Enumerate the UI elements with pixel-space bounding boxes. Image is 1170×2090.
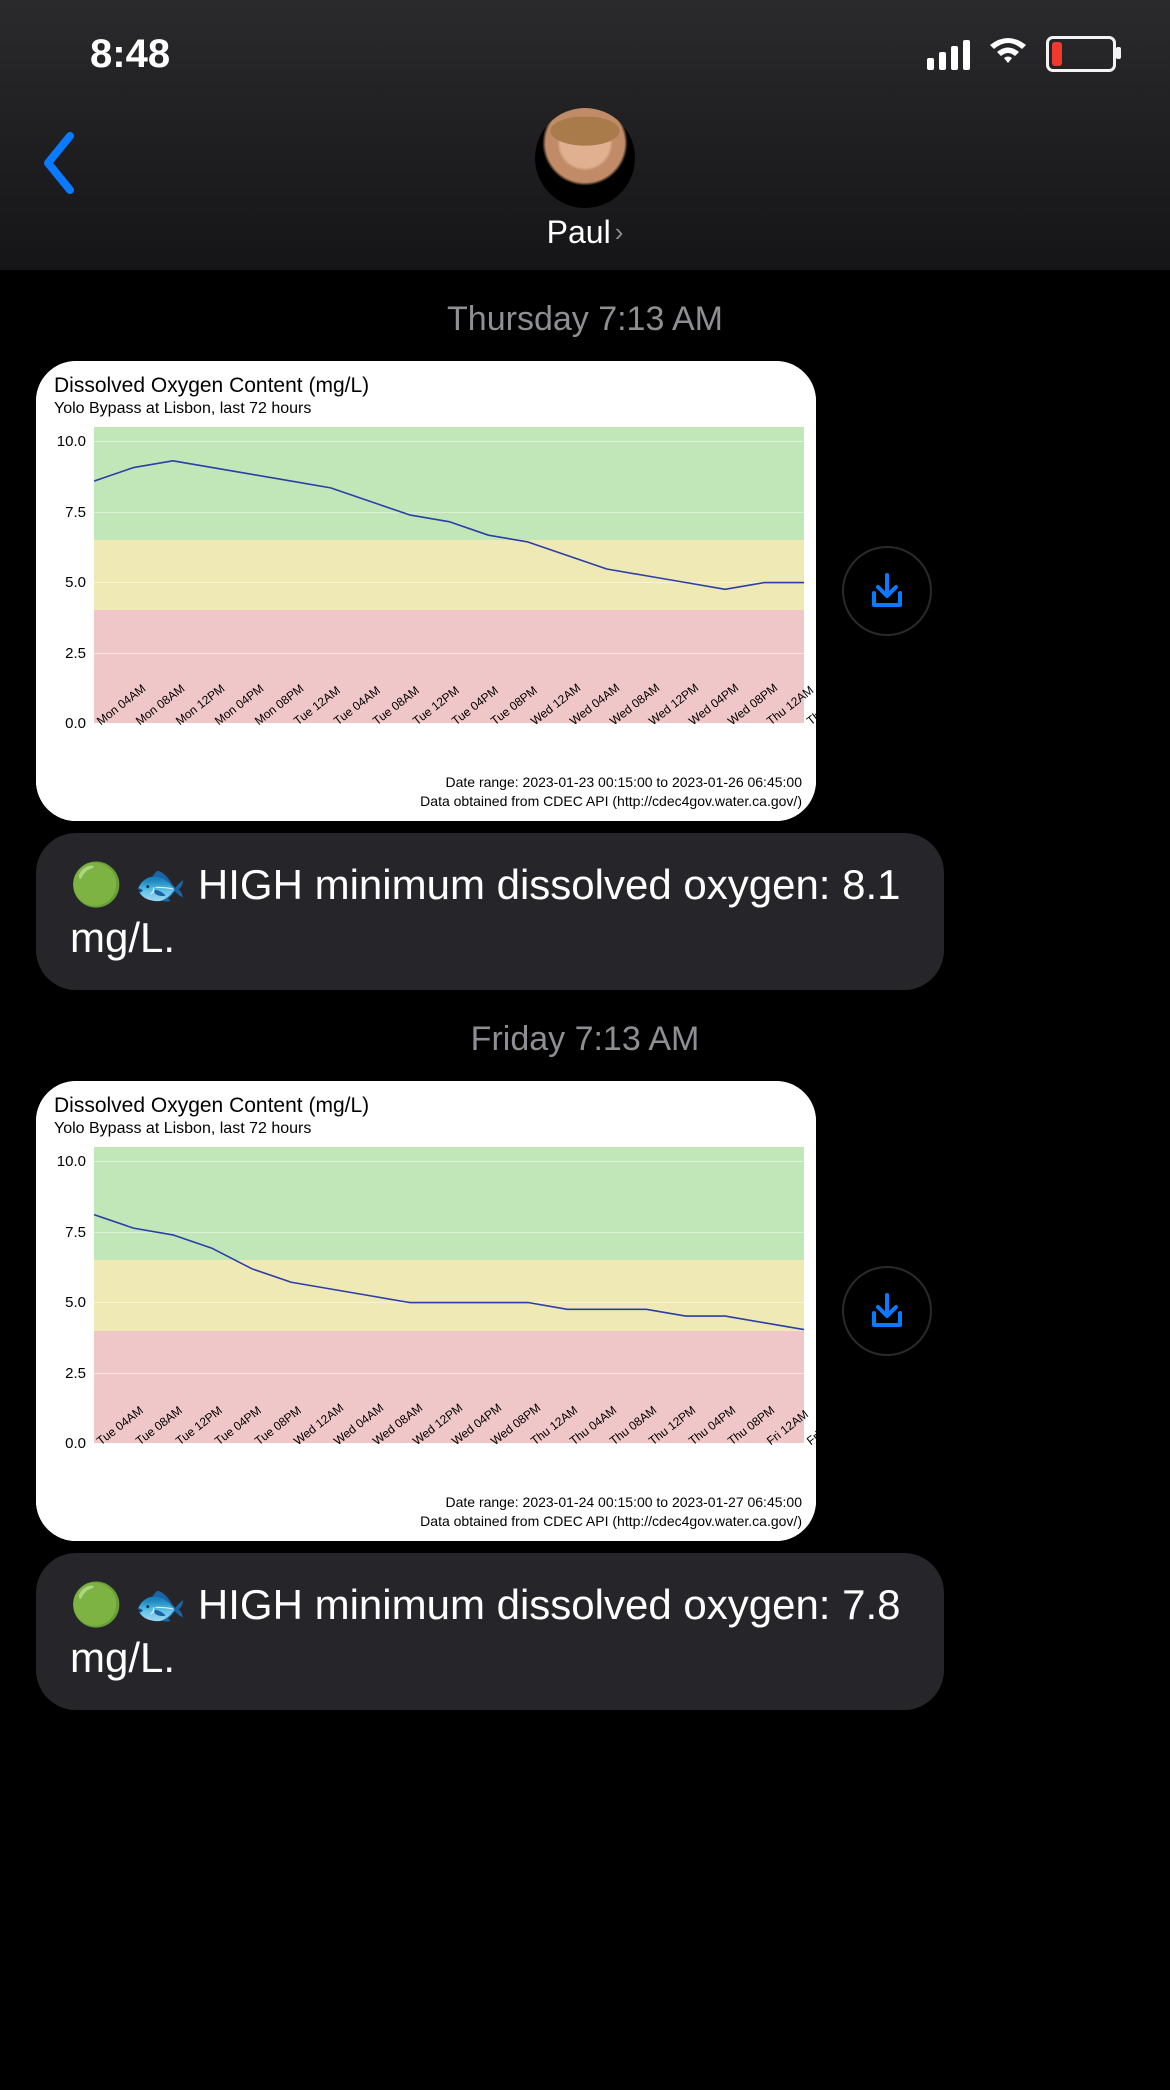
chart-card: Dissolved Oxygen Content (mg/L)Yolo Bypa… — [36, 361, 816, 821]
chevron-right-icon: › — [615, 217, 624, 248]
chart-x-ticks: Tue 04AMTue 08AMTue 12PMTue 04PMTue 08PM… — [94, 1435, 804, 1477]
download-button[interactable] — [842, 546, 932, 636]
contact-avatar — [535, 108, 635, 208]
chart-subtitle: Yolo Bypass at Lisbon, last 72 hours — [36, 399, 816, 427]
back-button[interactable] — [40, 130, 80, 196]
chart-plot-area: 10.07.55.02.50.0Tue 04AMTue 08AMTue 12PM… — [94, 1147, 804, 1477]
status-bar: 8:48 — [0, 0, 1170, 84]
wifi-icon — [988, 32, 1028, 77]
chart-title: Dissolved Oxygen Content (mg/L) — [36, 361, 816, 399]
status-time: 8:48 — [90, 32, 170, 77]
chart-x-ticks: Mon 04AMMon 08AMMon 12PMMon 04PMMon 08PM… — [94, 715, 804, 757]
image-message-bubble[interactable]: Dissolved Oxygen Content (mg/L)Yolo Bypa… — [36, 1081, 816, 1541]
message-timestamp: Thursday 7:13 AM — [36, 300, 1134, 339]
conversation-header: 8:48 Paul › — [0, 0, 1170, 270]
chart-plot-area: 10.07.55.02.50.0Mon 04AMMon 08AMMon 12PM… — [94, 427, 804, 757]
message-timestamp: Friday 7:13 AM — [36, 1020, 1134, 1059]
chart-card: Dissolved Oxygen Content (mg/L)Yolo Bypa… — [36, 1081, 816, 1541]
text-message-bubble[interactable]: 🟢 🐟 HIGH minimum dissolved oxygen: 7.8 m… — [36, 1553, 944, 1710]
chart-y-ticks: 10.07.55.02.50.0 — [46, 1147, 86, 1443]
image-message-bubble[interactable]: Dissolved Oxygen Content (mg/L)Yolo Bypa… — [36, 361, 816, 821]
messages-thread[interactable]: Thursday 7:13 AM Dissolved Oxygen Content… — [0, 300, 1170, 1768]
contact-name: Paul — [547, 214, 611, 251]
chart-y-ticks: 10.07.55.02.50.0 — [46, 427, 86, 723]
contact-header-button[interactable]: Paul › — [535, 108, 635, 251]
chart-subtitle: Yolo Bypass at Lisbon, last 72 hours — [36, 1119, 816, 1147]
download-button[interactable] — [842, 1266, 932, 1356]
cellular-signal-icon — [927, 38, 970, 70]
battery-low-icon — [1046, 36, 1116, 72]
text-message-bubble[interactable]: 🟢 🐟 HIGH minimum dissolved oxygen: 8.1 m… — [36, 833, 944, 990]
chart-title: Dissolved Oxygen Content (mg/L) — [36, 1081, 816, 1119]
